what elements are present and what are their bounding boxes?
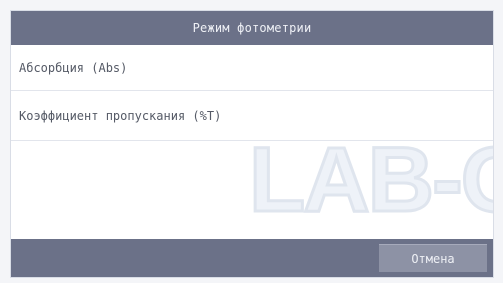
option-transmittance-label: Коэффициент пропускания (%T) [19,108,222,123]
watermark-text: LAB-O [253,129,493,229]
option-absorbance-label: Абсорбция (Abs) [19,60,128,75]
watermark-logo: LAB-O [253,129,493,229]
cancel-button[interactable]: Отмена [379,244,487,272]
photometry-mode-dialog: Режим фотометрии Абсорбция (Abs) Коэффиц… [10,10,494,278]
dialog-footer: Отмена [11,239,493,277]
dialog-header: Режим фотометрии [11,11,493,45]
lab-o-watermark: LAB-O [253,129,493,229]
option-absorbance[interactable]: Абсорбция (Abs) [11,45,493,91]
dialog-title: Режим фотометрии [192,21,312,35]
mode-option-list: Абсорбция (Abs) Коэффициент пропускания … [11,45,493,141]
